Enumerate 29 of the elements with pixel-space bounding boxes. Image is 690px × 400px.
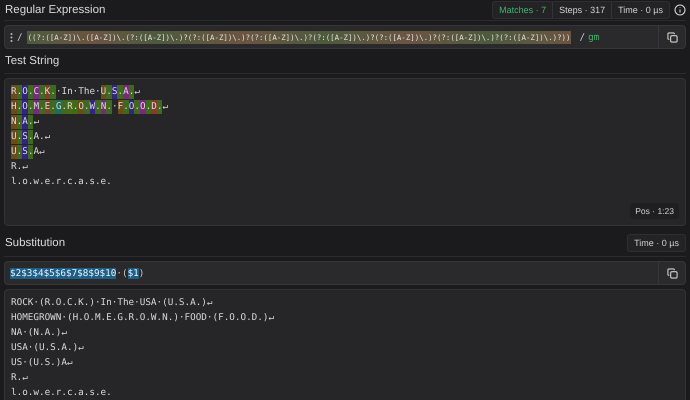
result-line: R.↵ [11,370,28,384]
stat-label: Steps · 317 [553,2,612,18]
drag-handle-icon[interactable] [10,32,13,42]
cursor-position: Pos · 1:23 [630,203,679,219]
test-line: U.S.A.↵ [11,129,52,144]
section-title: Substitution [4,237,66,249]
stat-label: Time · 0 µs [633,237,680,250]
result-line: NA·(N.A.)↵ [11,326,67,340]
regex-flags[interactable]: gm [588,32,600,42]
result-line: USA·(U.S.A.)↵ [11,340,84,354]
section-title: Test String [4,55,60,67]
section-title: Regular Expression [4,4,106,16]
info-icon[interactable] [674,4,686,16]
test-line: R.O.C.K.·In·The·U.S.A.↵ [11,84,141,99]
result-line: ROCK·(R.O.C.K.)·In·The·USA·(U.S.A.)↵ [11,296,212,310]
copy-icon[interactable] [666,268,678,278]
stat-label: Matches · 7 [493,2,554,18]
regex-delimiter: / [17,32,23,42]
result-line: HOMEGROWN·(H.O.M.E.G.R.O.W.N.)·FOOD·(F.O.O.D.)↵ [11,310,274,324]
test-line: U.S.A↵ [11,144,46,159]
substitution-field[interactable]: $2$3$4$5$6$7$8$9$10·($1) [4,261,686,285]
copy-icon[interactable] [666,32,678,42]
test-line: R.↵ [11,160,29,174]
stat-label: Time · 0 µs [617,4,664,17]
result-line: l.o.w.e.r.c.a.s.e. [11,386,112,400]
regex-delimiter: / [579,32,586,42]
test-line: l.o.w.e.r.c.a.s.e. [11,174,113,188]
result-line: US·(U.S.)A↵ [11,356,73,370]
test-line: N.A.↵ [11,114,40,129]
